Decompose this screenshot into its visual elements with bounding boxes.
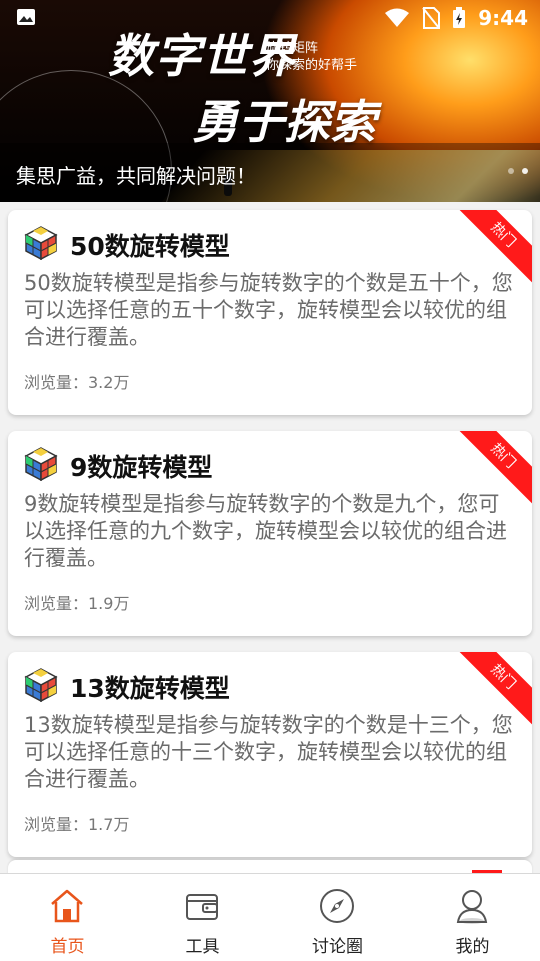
nav-discussion-label: 讨论圈 <box>312 937 363 957</box>
nav-home-label: 首页 <box>50 937 85 957</box>
wifi-icon <box>385 8 410 27</box>
home-icon <box>51 889 83 923</box>
rubiks-cube-icon <box>24 226 58 260</box>
user-icon <box>456 890 488 924</box>
tagline-line-2: 你探索的好帮手 <box>266 58 358 73</box>
card-description: 9数旋转模型是指参与旋转数字的个数是九个，您可以选择任意的九个数字，旋转模型会以… <box>24 492 507 570</box>
carousel-dot[interactable] <box>508 168 514 174</box>
model-card[interactable]: 9数旋转模型 9数旋转模型是指参与旋转数字的个数是九个，您可以选择任意的九个数字… <box>8 431 532 636</box>
carousel-dot-active[interactable] <box>522 168 528 174</box>
card-description: 13数旋转模型是指参与旋转数字的个数是十三个，您可以选择任意的十三个数字，旋转模… <box>24 713 513 791</box>
gallery-icon <box>17 9 35 25</box>
model-card[interactable]: 13数旋转模型 13数旋转模型是指参与旋转数字的个数是十三个，您可以选择任意的十… <box>8 652 532 857</box>
rubiks-cube-icon <box>24 447 58 481</box>
tagline-line-1: 旋转矩阵 <box>266 41 319 56</box>
card-title: 50数旋转模型 <box>70 232 230 261</box>
banner-caption: 集思广益，共同解决问题！ <box>16 164 256 188</box>
nav-tools-label: 工具 <box>185 937 220 957</box>
card-view-count: 浏览量：3.2万 <box>24 373 130 392</box>
bottom-navigation: 首页 工具 讨论圈 我的 <box>0 873 540 961</box>
card-view-count: 浏览量：1.9万 <box>24 594 130 613</box>
model-card[interactable]: 50数旋转模型 50数旋转模型是指参与旋转数字的个数是五十个，您可以选择任意的五… <box>8 210 532 415</box>
compass-icon <box>320 889 354 923</box>
card-description: 50数旋转模型是指参与旋转数字的个数是五十个，您可以选择任意的五十个数字，旋转模… <box>24 271 513 349</box>
nav-profile-label: 我的 <box>455 937 490 957</box>
carousel-indicator <box>508 168 528 174</box>
status-time: 9:44 <box>478 6 528 30</box>
nav-profile[interactable]: 我的 <box>405 874 540 961</box>
nav-tools[interactable]: 工具 <box>135 874 270 961</box>
no-sim-icon <box>422 7 441 29</box>
rubiks-cube-icon <box>24 668 58 702</box>
card-title: 9数旋转模型 <box>70 453 213 482</box>
battery-charging-icon <box>453 7 466 28</box>
nav-discussion[interactable]: 讨论圈 <box>270 874 405 961</box>
card-view-count: 浏览量：1.7万 <box>24 815 130 834</box>
card-title: 13数旋转模型 <box>70 674 230 703</box>
banner-tagline: 旋转矩阵 你探索的好帮手 <box>266 40 357 74</box>
banner-carousel[interactable]: 9:44 数字世界 旋转矩阵 你探索的好帮手 勇于探索 集思广益，共同解决问题！ <box>0 0 540 202</box>
wallet-icon <box>186 894 218 920</box>
nav-home[interactable]: 首页 <box>0 874 135 961</box>
